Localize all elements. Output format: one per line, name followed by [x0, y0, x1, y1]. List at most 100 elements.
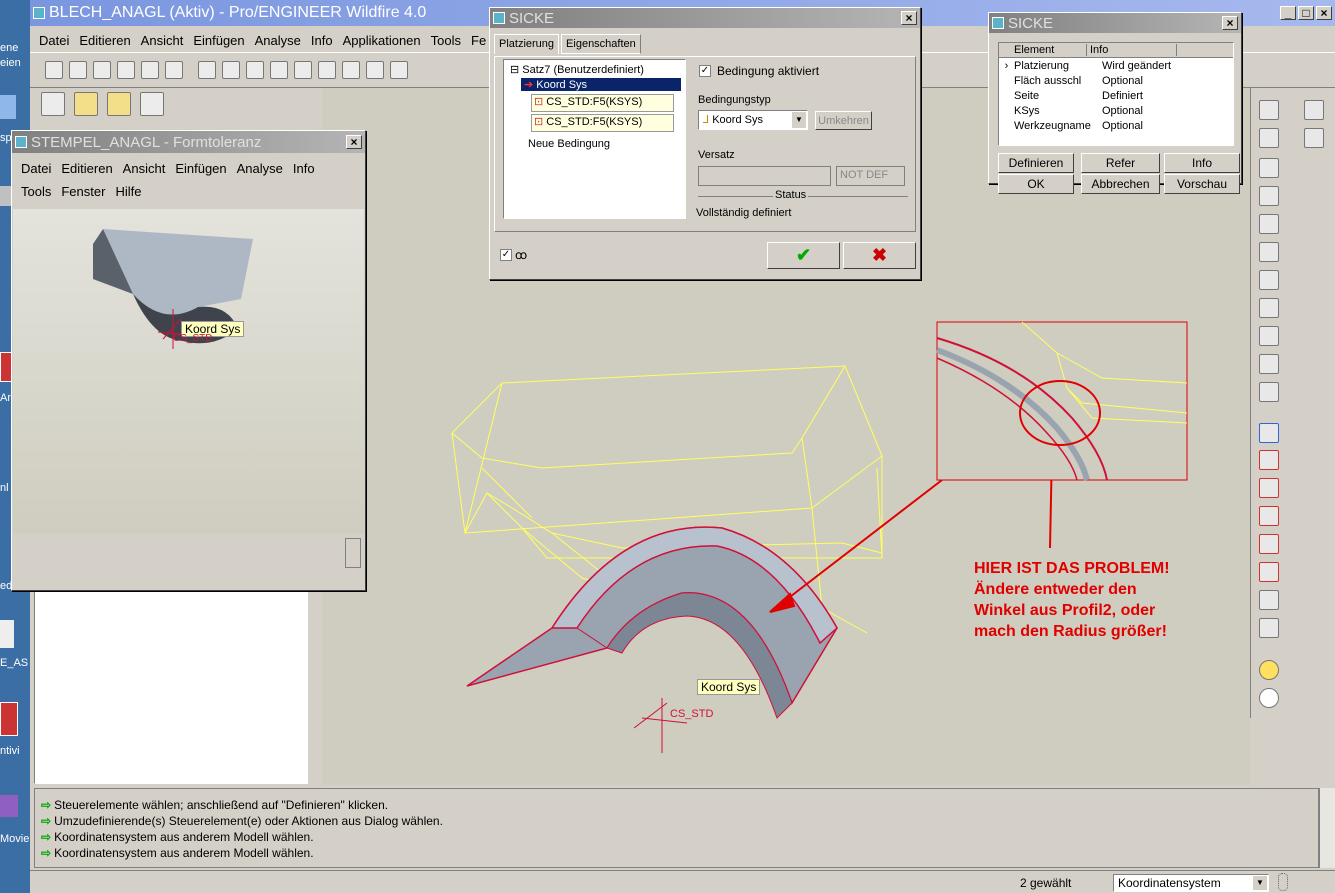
umkehren-button[interactable]: Umkehren	[815, 111, 872, 130]
tab-eigenschaften[interactable]: Eigenschaften	[561, 34, 641, 54]
menu-einfuegen[interactable]: Einfügen	[170, 159, 231, 178]
csys-icon[interactable]	[1259, 562, 1279, 582]
datum-plane-icon[interactable]	[1259, 100, 1279, 120]
unbend-icon[interactable]	[1259, 298, 1279, 318]
menu-ansicht[interactable]: Ansicht	[136, 31, 189, 50]
menu-info[interactable]: Info	[306, 31, 338, 50]
minimize-button[interactable]: _	[1280, 6, 1296, 20]
close-button[interactable]: ×	[1222, 16, 1238, 30]
connections-tab-icon[interactable]	[140, 92, 164, 116]
close-button[interactable]: ×	[1316, 6, 1332, 20]
plane-icon[interactable]	[1259, 450, 1279, 470]
menu-analyse[interactable]: Analyse	[232, 159, 288, 178]
menu-tools[interactable]: Tools	[426, 31, 466, 50]
save-icon[interactable]	[93, 61, 111, 79]
menu-hilfe[interactable]: Hilfe	[110, 182, 146, 201]
axis-icon[interactable]	[1259, 478, 1279, 498]
menu-ansicht[interactable]: Ansicht	[118, 159, 171, 178]
open-icon[interactable]	[69, 61, 87, 79]
model-tree[interactable]	[34, 588, 308, 784]
datum-curve-icon[interactable]	[1259, 158, 1279, 178]
menu-editieren[interactable]: Editieren	[56, 159, 117, 178]
filter-select[interactable]: Koordinatensystem ▼	[1113, 874, 1269, 892]
menu-editieren[interactable]: Editieren	[74, 31, 135, 50]
new-icon[interactable]	[45, 61, 63, 79]
print-icon[interactable]	[117, 61, 135, 79]
smiley-icon[interactable]	[1259, 660, 1279, 680]
refer-button[interactable]: Refer	[1081, 153, 1160, 173]
new-constraint[interactable]: Neue Bedingung	[528, 138, 685, 150]
type-select[interactable]: ⅃ Koord Sys ▼	[698, 110, 808, 130]
table-row[interactable]: Seite Definiert	[999, 88, 1233, 103]
element-table[interactable]: Element Info › Platzierung Wird geändert F…	[998, 42, 1234, 146]
select-filter-icon[interactable]	[1304, 100, 1324, 120]
send-icon[interactable]	[165, 61, 183, 79]
redo-icon[interactable]	[222, 61, 240, 79]
tab-platzierung[interactable]: Platzierung	[494, 34, 560, 54]
model-tree-tab-icon[interactable]	[41, 92, 65, 116]
menu-datei[interactable]: Datei	[16, 159, 56, 178]
tree-ref[interactable]: ⊡ CS_STD:F5(KSYS)	[531, 94, 674, 112]
flange-icon[interactable]	[1259, 242, 1279, 262]
info-button[interactable]: Info	[1164, 153, 1240, 173]
email-icon[interactable]	[141, 61, 159, 79]
tree-ref[interactable]: ⊡ CS_STD:F5(KSYS)	[531, 114, 674, 132]
file-icon[interactable]	[0, 620, 14, 648]
checkbox[interactable]: ✓	[699, 65, 711, 77]
message-scrollbar[interactable]	[1319, 788, 1335, 868]
condition-checkbox-row[interactable]: ✓ Bedingung aktiviert	[699, 64, 819, 78]
checkbox[interactable]: ✓	[500, 249, 512, 261]
wall-icon[interactable]	[1259, 214, 1279, 234]
select-filter-icon[interactable]	[1304, 128, 1324, 148]
chain-icon[interactable]	[1259, 618, 1279, 638]
table-row[interactable]: KSys Optional	[999, 103, 1233, 118]
menu-fenster[interactable]: Fenster	[56, 182, 110, 201]
menu-tools[interactable]: Tools	[16, 182, 56, 201]
menu-datei[interactable]: Datei	[34, 31, 74, 50]
sketch-icon[interactable]	[1259, 423, 1279, 443]
movie-icon[interactable]	[0, 795, 18, 817]
datum-point-icon[interactable]	[1259, 186, 1279, 206]
curve-icon[interactable]	[1259, 506, 1279, 526]
copy-icon[interactable]	[270, 61, 288, 79]
paste-icon[interactable]	[294, 61, 312, 79]
tree-selected-item[interactable]: ➔ Koord Sys	[521, 78, 681, 91]
datum-axis-icon[interactable]	[1259, 128, 1279, 148]
ok-button[interactable]: OK	[998, 174, 1074, 194]
form-icon[interactable]	[1259, 354, 1279, 374]
folder-tab-icon[interactable]	[74, 92, 98, 116]
menu-applikationen[interactable]: Applikationen	[338, 31, 426, 50]
smiley-icon[interactable]	[1259, 688, 1279, 708]
table-row[interactable]: › Platzierung Wird geändert	[999, 58, 1233, 73]
menu-fenster[interactable]: Fe	[466, 31, 491, 50]
cancel-x-button[interactable]: ✖	[843, 242, 916, 269]
cut-icon[interactable]	[246, 61, 264, 79]
versatz-input[interactable]	[698, 166, 831, 186]
menu-info[interactable]: Info	[288, 159, 320, 178]
menu-einfuegen[interactable]: Einfügen	[188, 31, 249, 50]
definieren-button[interactable]: Definieren	[998, 153, 1074, 173]
favorites-tab-icon[interactable]	[107, 92, 131, 116]
bend-back-icon[interactable]	[1259, 326, 1279, 346]
analysis-icon[interactable]	[1259, 590, 1279, 610]
paste-special-icon[interactable]	[318, 61, 336, 79]
undo-icon[interactable]	[198, 61, 216, 79]
find-icon[interactable]	[366, 61, 384, 79]
stempel-scrollbar[interactable]	[345, 538, 361, 568]
table-row[interactable]: Werkzeugname Optional	[999, 118, 1233, 133]
antivir-icon[interactable]	[0, 702, 18, 736]
point-icon[interactable]	[1259, 534, 1279, 554]
table-row[interactable]: Fläch ausschl Optional	[999, 73, 1233, 88]
flat-pattern-icon[interactable]	[1259, 382, 1279, 402]
preview-checkbox[interactable]: ✓ ꝏ	[500, 248, 527, 262]
ok-check-button[interactable]: ✔	[767, 242, 840, 269]
menu-analyse[interactable]: Analyse	[250, 31, 306, 50]
close-button[interactable]: ×	[346, 135, 362, 149]
maximize-button[interactable]: □	[1298, 6, 1314, 20]
abbrechen-button[interactable]: Abbrechen	[1081, 174, 1160, 194]
close-button[interactable]: ×	[901, 11, 917, 25]
versatz-unit-select[interactable]: NOT DEF	[836, 166, 905, 186]
stempel-viewport[interactable]: Koord Sys CS_STD	[13, 209, 364, 534]
regenerate-icon[interactable]	[342, 61, 360, 79]
tree-root[interactable]: ⊟ Satz7 (Benutzerdefiniert)	[504, 60, 685, 76]
